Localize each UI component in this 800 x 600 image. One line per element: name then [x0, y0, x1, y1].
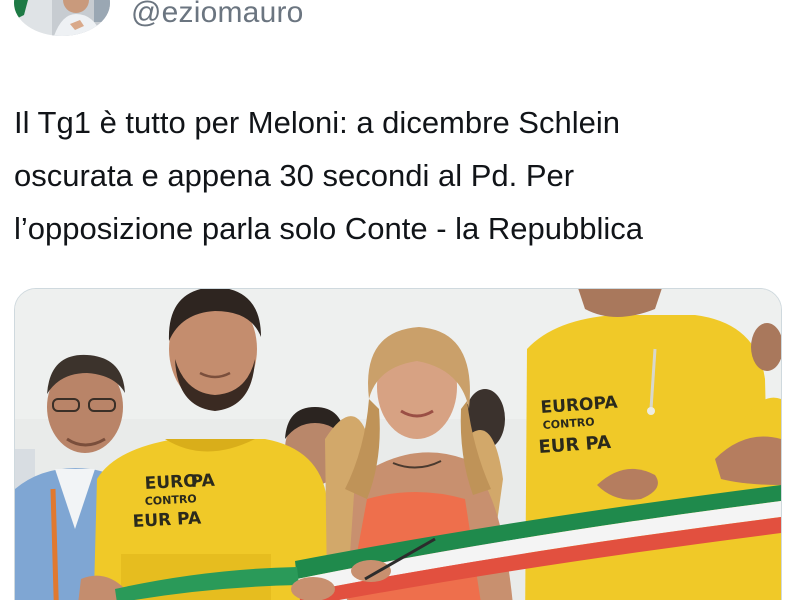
- avatar[interactable]: [14, 0, 110, 36]
- author-handle[interactable]: @eziomauro: [131, 0, 304, 33]
- tweet-screen: @eziomauro Il Tg1 è tutto per Meloni: a …: [0, 0, 800, 600]
- ribbon-cutting-photo: EURO PA CONTRO EUR PA EUROPA CONTRO EUR …: [15, 289, 781, 600]
- shirt-print-line3: EUR PA: [132, 508, 202, 532]
- media-photo-card[interactable]: EURO PA CONTRO EUR PA EUROPA CONTRO EUR …: [14, 288, 782, 600]
- tweet-text-line: Il Tg1 è tutto per Meloni: a dicembre Sc…: [14, 105, 620, 140]
- tweet-text: Il Tg1 è tutto per Meloni: a dicembre Sc…: [14, 96, 784, 255]
- tweet-text-line: l’opposizione parla solo Conte - la Repu…: [14, 211, 643, 246]
- tweet-text-line: oscurata e appena 30 secondi al Pd. Per: [14, 158, 575, 193]
- shirt-print-line1b: PA: [190, 471, 216, 492]
- shirt-print-line2: CONTRO: [144, 492, 197, 508]
- avatar-photo: [14, 0, 110, 36]
